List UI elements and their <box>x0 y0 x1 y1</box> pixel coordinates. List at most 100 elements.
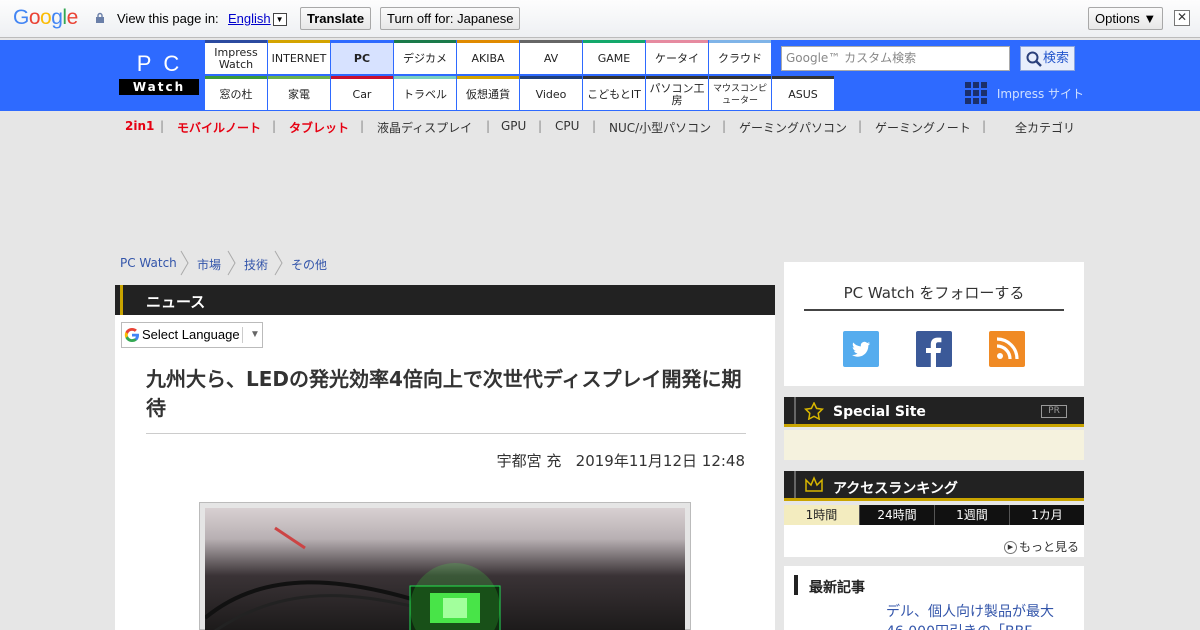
category-link[interactable]: 2in1 <box>125 119 154 133</box>
grid-icon <box>965 82 987 104</box>
category-separator: | <box>538 119 543 133</box>
chevron-right-icon <box>180 250 189 276</box>
impress-site-link[interactable]: Impress サイト <box>965 82 1084 104</box>
dropdown-arrow-icon[interactable]: ▼ <box>272 13 287 27</box>
category-separator: | <box>160 119 165 133</box>
twitter-icon[interactable] <box>843 331 879 367</box>
breadcrumb-item[interactable]: 技術 <box>244 256 268 273</box>
led-photo-image <box>205 508 685 630</box>
nav-item-row2[interactable]: 家電 <box>268 76 330 110</box>
logo-pc-text: PC <box>136 51 192 76</box>
options-button[interactable]: Options ▼ <box>1088 7 1164 30</box>
chevron-right-icon <box>227 250 236 276</box>
special-site-title: Special Site <box>833 404 926 420</box>
turn-off-button[interactable]: Turn off for: Japanese <box>380 7 521 30</box>
nav-item-row1[interactable]: GAME <box>583 40 645 74</box>
article-photo[interactable] <box>199 502 691 630</box>
latest-title: 最新記事 <box>809 580 865 596</box>
lock-icon <box>96 12 104 23</box>
search-icon <box>1026 51 1042 67</box>
category-link[interactable]: GPU <box>501 119 526 133</box>
more-link[interactable]: ▶ もっと見る <box>1004 538 1079 555</box>
chevron-right-icon <box>274 250 283 276</box>
category-link[interactable]: CPU <box>555 119 579 133</box>
ranking-tab[interactable]: 24時間 <box>859 505 934 525</box>
category-separator: | <box>858 119 863 133</box>
nav-item-row1[interactable]: デジカメ <box>394 40 456 74</box>
article-title: 九州大ら、LEDの発光効率4倍向上で次世代ディスプレイ開発に期待 <box>146 367 742 420</box>
ranking-tab[interactable]: 1週間 <box>934 505 1009 525</box>
impress-site-label: Impress サイト <box>996 86 1085 101</box>
search-input[interactable]: Google™ カスタム検索 <box>781 46 1010 71</box>
nav-item-row2[interactable]: Car <box>331 76 393 110</box>
crown-icon <box>805 476 823 492</box>
category-link[interactable]: ゲーミングノート <box>875 119 971 136</box>
category-link[interactable]: NUC/小型パソコン <box>609 119 711 136</box>
follow-title: PC Watch をフォローする <box>843 284 1025 302</box>
breadcrumb-item[interactable]: その他 <box>291 256 327 273</box>
search-button[interactable]: 検索 <box>1020 46 1075 71</box>
category-separator: | <box>722 119 727 133</box>
section-header: ニュース <box>115 285 775 315</box>
ranking-tab[interactable]: 1時間 <box>784 505 859 525</box>
special-site-header: Special Site <box>784 397 1084 427</box>
rss-icon[interactable] <box>989 331 1025 367</box>
follow-divider <box>804 309 1064 311</box>
nav-item-row1[interactable]: AV <box>520 40 582 74</box>
category-separator: | <box>982 119 987 133</box>
category-link[interactable]: タブレット <box>289 119 349 136</box>
ranking-tabs: 1時間 24時間 1週間 1カ月 <box>784 505 1084 525</box>
close-icon[interactable]: ✕ <box>1174 10 1190 26</box>
select-language-dropdown[interactable]: Select Language ▼ <box>121 322 263 348</box>
pc-watch-logo[interactable]: PC Watch <box>119 50 199 95</box>
nav-item-row2[interactable]: 仮想通貨 <box>457 76 519 110</box>
nav-item-row1[interactable]: PC <box>331 40 393 74</box>
nav-item-row1[interactable]: AKIBA <box>457 40 519 74</box>
breadcrumb-item[interactable]: PC Watch <box>120 256 177 270</box>
nav-item-row2[interactable]: マウスコンピューター <box>709 76 771 110</box>
category-link[interactable]: モバイルノート <box>177 119 261 136</box>
google-logo: Google <box>13 6 78 29</box>
category-separator: | <box>592 119 597 133</box>
select-language-label: Select Language <box>142 327 240 342</box>
nav-item-row2[interactable]: こどもとIT <box>583 76 645 110</box>
follow-panel <box>784 262 1084 386</box>
title-divider <box>146 433 746 434</box>
section-title: ニュース <box>146 293 206 311</box>
facebook-icon[interactable] <box>916 331 952 367</box>
star-icon <box>804 402 824 420</box>
article-author: 宇都宮 充 <box>496 452 562 470</box>
logo-watch-text: Watch <box>119 79 199 95</box>
nav-item-row2[interactable]: パソコン工房 <box>646 76 708 110</box>
translate-button[interactable]: Translate <box>300 7 372 30</box>
ranking-title: アクセスランキング <box>833 481 958 497</box>
translate-prompt: View this page in: <box>117 11 219 26</box>
play-icon: ▶ <box>1004 541 1017 554</box>
latest-article-link[interactable]: デル、個人向け製品が最大46,000円引きの「BBF <box>886 602 1076 630</box>
all-categories-link[interactable]: 全カテゴリ <box>1015 119 1075 136</box>
ranking-tab[interactable]: 1カ月 <box>1009 505 1084 525</box>
nav-item-row1[interactable]: クラウド <box>709 40 771 74</box>
nav-item-row2[interactable]: ASUS <box>772 76 834 110</box>
language-link[interactable]: English <box>228 11 271 26</box>
nav-item-row2[interactable]: トラベル <box>394 76 456 110</box>
ranking-header: アクセスランキング <box>784 471 1084 501</box>
category-separator: | <box>272 119 277 133</box>
breadcrumb-item[interactable]: 市場 <box>197 256 221 273</box>
nav-item-row1[interactable]: INTERNET <box>268 40 330 74</box>
nav-item-row1[interactable]: ケータイ <box>646 40 708 74</box>
category-link[interactable]: ゲーミングパソコン <box>739 119 847 136</box>
nav-item-row2[interactable]: 窓の杜 <box>205 76 267 110</box>
nav-item-row1[interactable]: Impress Watch <box>205 40 267 74</box>
pr-badge: PR <box>1041 405 1067 418</box>
article-byline: 宇都宮 充 2019年11月12日 12:48 <box>445 450 745 471</box>
category-link[interactable]: 液晶ディスプレイ <box>377 119 472 136</box>
language-select[interactable]: English ▼ <box>228 11 287 27</box>
nav-item-row2[interactable]: Video <box>520 76 582 110</box>
article-date: 2019年11月12日 12:48 <box>575 452 745 470</box>
latest-accent <box>794 575 798 595</box>
category-bar: 2in1 | モバイルノート | タブレット | 液晶ディスプレイ | GPU | CPU | NUC/… <box>0 111 1200 139</box>
search-button-label: 検索 <box>1043 51 1070 66</box>
category-separator: | <box>486 119 491 133</box>
special-site-content <box>784 430 1084 460</box>
